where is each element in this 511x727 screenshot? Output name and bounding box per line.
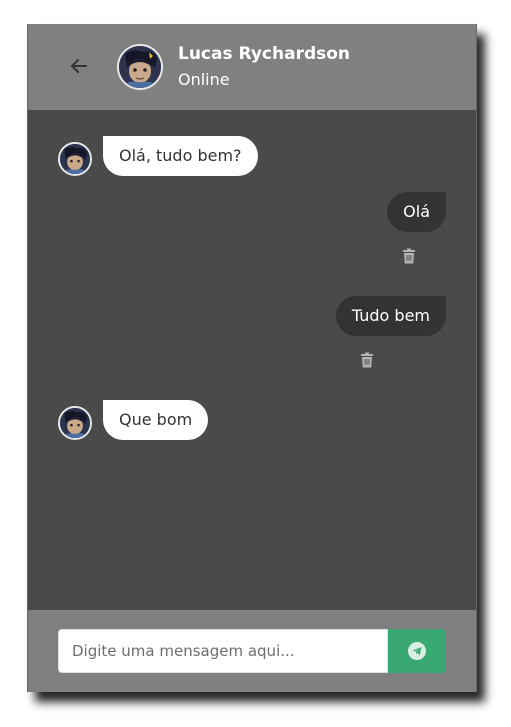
contact-status: Online — [178, 70, 230, 89]
delete-message-button[interactable] — [360, 352, 374, 368]
message-input[interactable] — [58, 629, 388, 673]
message-bubble-incoming: Que bom — [103, 400, 209, 440]
arrow-left-icon — [71, 59, 87, 73]
trash-icon — [361, 352, 373, 368]
contact-name: Lucas Rychardson — [178, 44, 351, 64]
chat-header: Lucas Rychardson Online — [28, 24, 476, 110]
chat-window: Lucas Rychardson Online Olá, tudo bem? O… — [27, 24, 477, 692]
sender-avatar — [58, 406, 92, 440]
back-button[interactable] — [66, 53, 92, 79]
message-composer — [28, 610, 476, 692]
trash-icon — [403, 248, 415, 264]
message-bubble-incoming: Olá, tudo bem? — [103, 136, 258, 176]
message-bubble-outgoing: Tudo bem — [335, 296, 446, 336]
send-button[interactable] — [388, 629, 446, 673]
contact-avatar[interactable] — [117, 44, 163, 90]
sender-avatar — [58, 142, 92, 176]
message-list: Olá, tudo bem? Olá Tudo bem Que bom — [28, 110, 476, 610]
delete-message-button[interactable] — [402, 248, 416, 264]
paper-plane-icon — [408, 642, 426, 660]
message-bubble-outgoing: Olá — [387, 192, 446, 232]
